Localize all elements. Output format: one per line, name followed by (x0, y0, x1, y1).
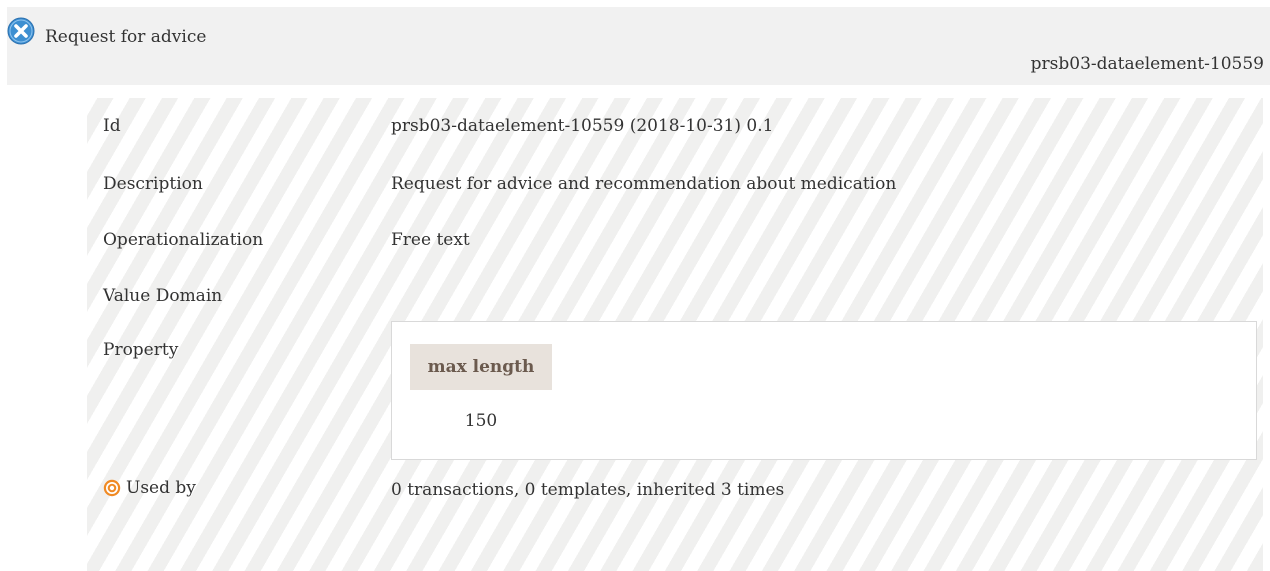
target-icon[interactable] (103, 479, 121, 497)
used-by-label-group[interactable]: Used by (103, 478, 196, 498)
property-label: Property (103, 340, 179, 360)
close-icon[interactable] (7, 17, 35, 45)
max-length-value: 150 (464, 411, 498, 431)
used-by-value: 0 transactions, 0 templates, inherited 3… (391, 480, 785, 500)
detail-panel: Id prsb03-dataelement-10559 (2018-10-31)… (87, 98, 1263, 571)
description-label: Description (103, 174, 203, 194)
value-domain-label: Value Domain (103, 286, 223, 306)
id-value: prsb03-dataelement-10559 (2018-10-31) 0.… (391, 116, 774, 136)
header-bar: Request for advice prsb03-dataelement-10… (7, 7, 1270, 85)
property-table: max length 150 (391, 321, 1257, 460)
max-length-header: max length (410, 344, 552, 390)
operationalization-label: Operationalization (103, 230, 264, 250)
description-value: Request for advice and recommendation ab… (391, 174, 897, 194)
page-title: Request for advice (45, 27, 207, 47)
operationalization-value: Free text (391, 230, 470, 250)
id-label: Id (103, 116, 121, 136)
header-element-id: prsb03-dataelement-10559 (1030, 54, 1264, 74)
used-by-label: Used by (126, 478, 196, 498)
header-title-group: Request for advice (7, 17, 207, 51)
